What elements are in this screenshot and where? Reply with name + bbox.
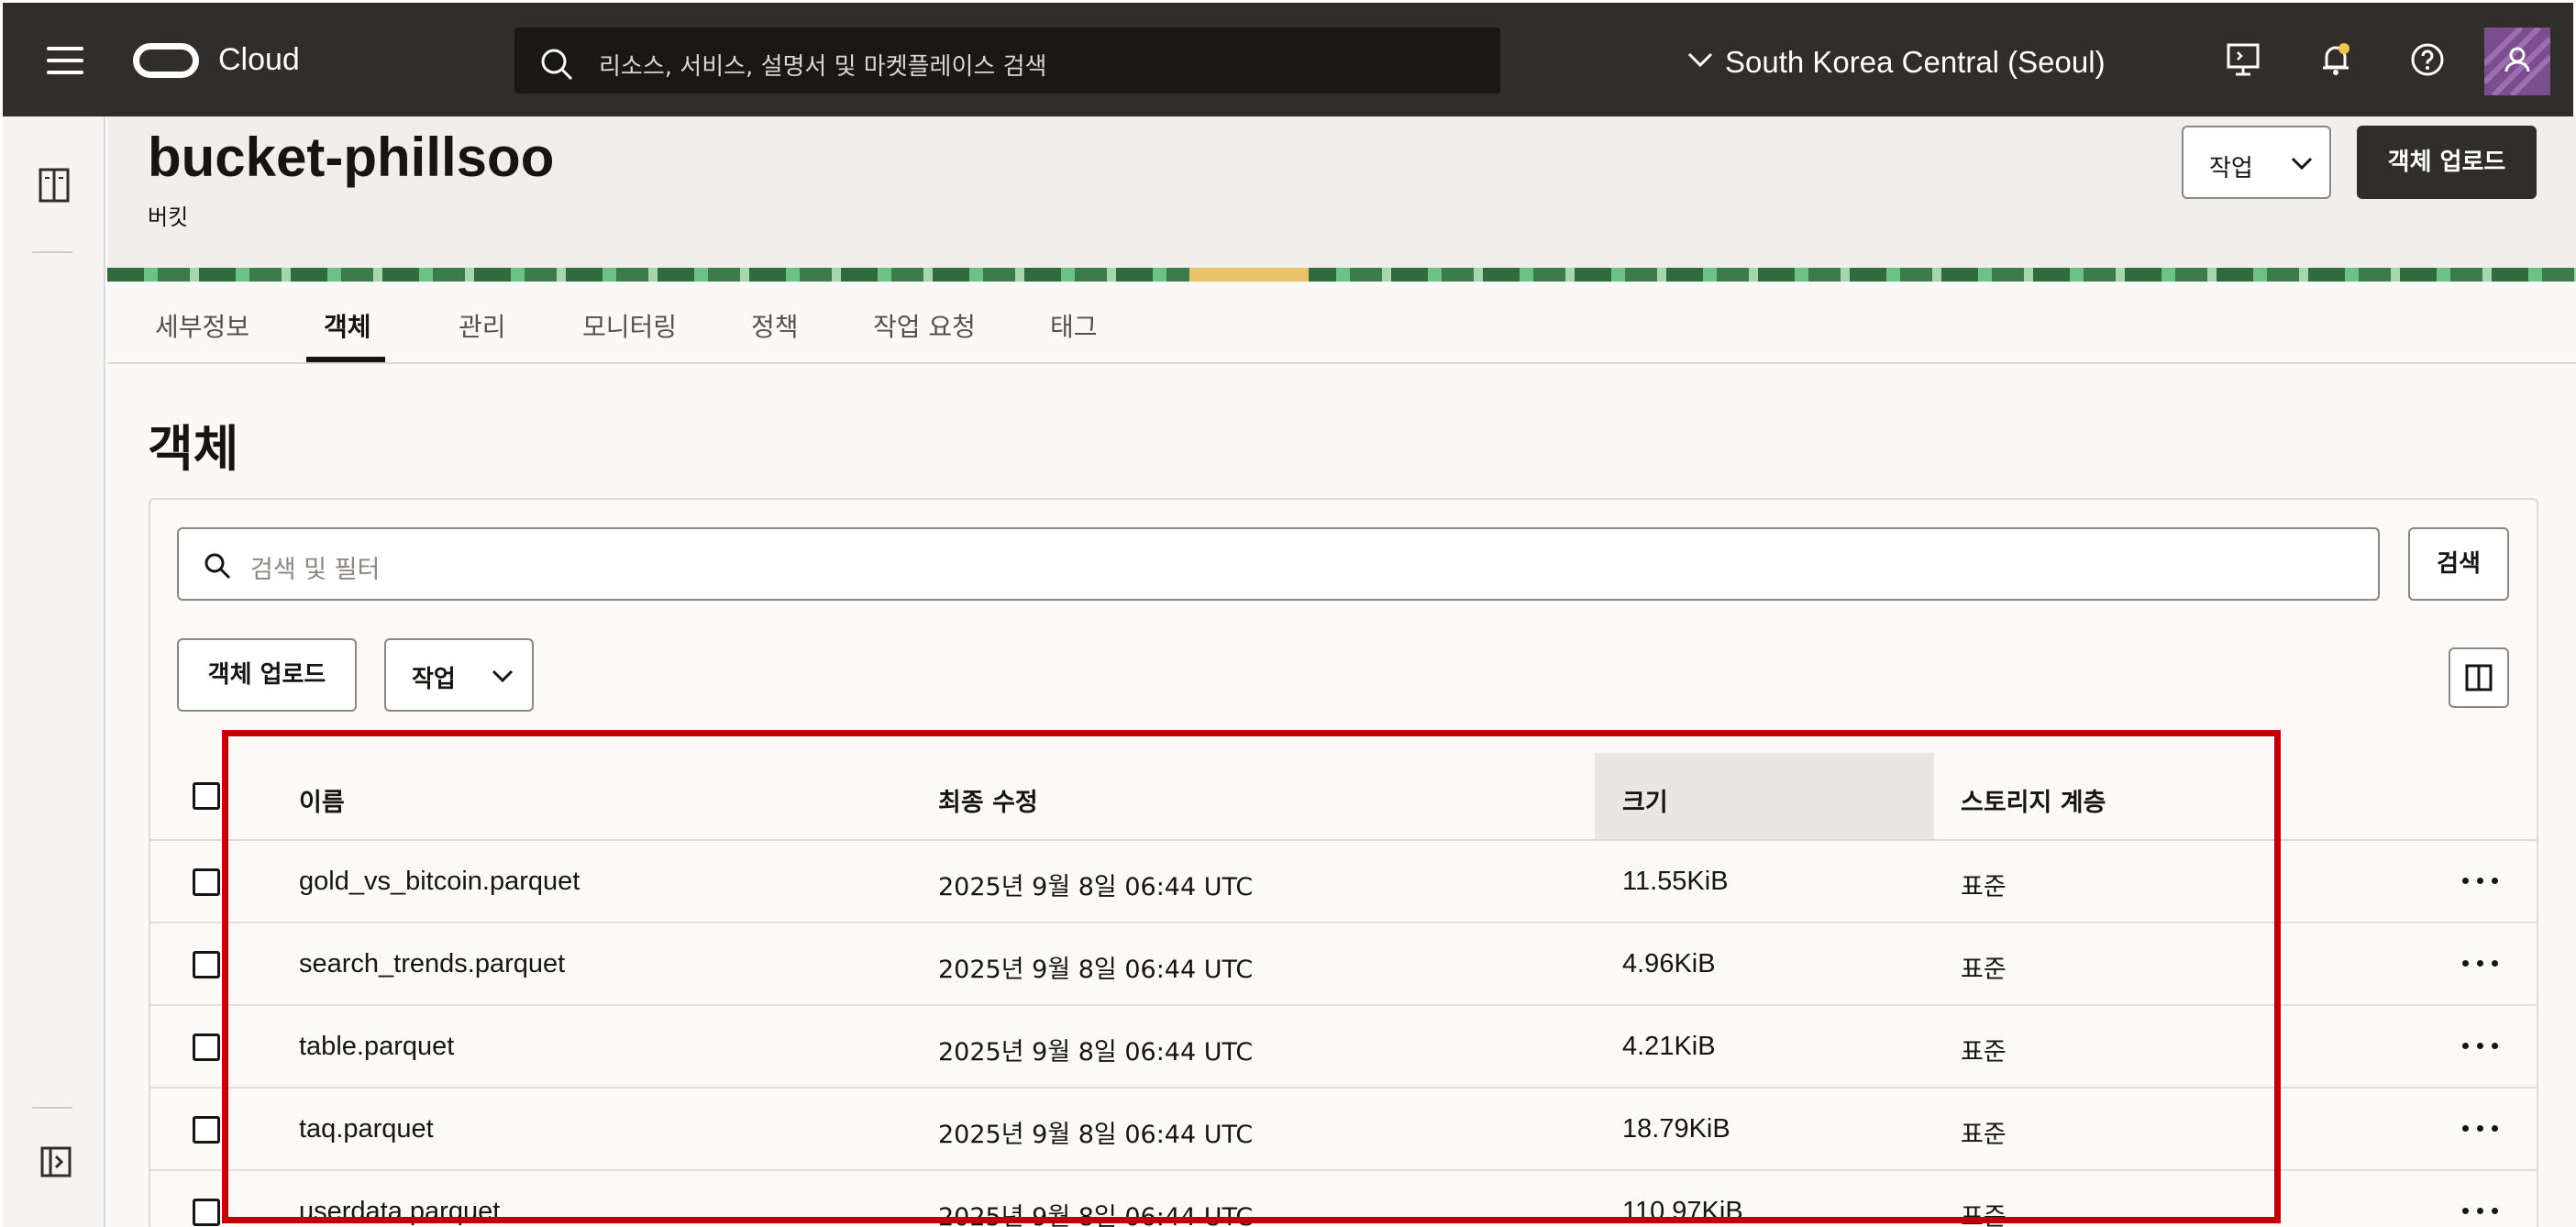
region-label: South Korea Central (Seoul)	[1725, 45, 2106, 79]
page-subtitle: 버킷	[148, 204, 189, 230]
column-header-size[interactable]: 크기	[1622, 782, 1668, 818]
help-icon[interactable]	[2409, 41, 2446, 78]
last-modified-cell: 2025년 9월 8일 06:44 UTC	[938, 1203, 1254, 1227]
storage-tier-cell: 표준	[1961, 873, 2007, 901]
row-actions-icon[interactable]	[2462, 1125, 2499, 1136]
row-checkbox[interactable]	[193, 868, 220, 896]
brand-label[interactable]: Cloud	[218, 42, 300, 78]
chevron-down-icon	[2291, 157, 2313, 171]
menu-icon[interactable]	[47, 47, 83, 74]
main-content: 객체 검색 및 필터 검색 객체 업로드 작업 이름 최종 수정 크기 스토리지…	[107, 364, 2576, 1227]
tab-objects[interactable]: 객체	[324, 307, 371, 344]
table-header: 이름 최종 수정 크기 스토리지 계층	[150, 753, 2537, 841]
storage-tier-cell: 표준	[1961, 1038, 2007, 1067]
actions-menu-button[interactable]: 작업	[2182, 126, 2331, 199]
object-name-link[interactable]: taq.parquet	[299, 1114, 434, 1144]
global-search-input[interactable]: 리소스, 서비스, 설명서 및 마켓플레이스 검색	[514, 28, 1500, 94]
actions-menu-button[interactable]: 작업	[384, 638, 534, 712]
banner-accent	[1189, 268, 1309, 282]
decorative-banner	[107, 268, 2576, 282]
storage-tier-cell: 표준	[1961, 1203, 2007, 1227]
rail-divider	[32, 1107, 72, 1109]
objects-panel: 검색 및 필터 검색 객체 업로드 작업 이름 최종 수정 크기 스토리지 계층…	[149, 498, 2538, 1227]
region-selector[interactable]: South Korea Central (Seoul)	[1687, 45, 2106, 80]
resource-panel-icon[interactable]	[38, 167, 71, 204]
object-name-link[interactable]: userdata.parquet	[299, 1197, 500, 1227]
chevron-down-icon	[1687, 52, 1713, 68]
upload-object-button[interactable]: 객체 업로드	[2357, 126, 2537, 199]
chevron-down-icon	[492, 669, 514, 683]
user-icon	[2484, 28, 2550, 95]
global-search-placeholder: 리소스, 서비스, 설명서 및 마켓플레이스 검색	[599, 53, 1047, 81]
filter-input[interactable]: 검색 및 필터	[177, 527, 2380, 601]
bell-icon[interactable]	[2317, 41, 2354, 78]
table-row: table.parquet 2025년 9월 8일 06:44 UTC 4.21…	[150, 1006, 2537, 1089]
row-actions-icon[interactable]	[2462, 878, 2499, 889]
page-title: bucket-phillsoo	[148, 127, 555, 188]
last-modified-cell: 2025년 9월 8일 06:44 UTC	[938, 873, 1254, 901]
column-settings-button[interactable]	[2449, 647, 2509, 708]
row-checkbox[interactable]	[193, 1199, 220, 1226]
expand-panel-icon[interactable]	[39, 1145, 72, 1178]
search-icon	[541, 49, 573, 81]
section-title: 객체	[148, 420, 239, 478]
last-modified-cell: 2025년 9월 8일 06:44 UTC	[938, 1038, 1254, 1067]
actions-menu-label: 작업	[412, 666, 456, 693]
tab-policies[interactable]: 정책	[751, 307, 799, 344]
left-rail	[3, 116, 105, 1227]
size-cell: 4.96KiB	[1622, 949, 1716, 978]
tab-details[interactable]: 세부정보	[155, 307, 249, 344]
actions-menu-label: 작업	[2209, 155, 2253, 182]
user-avatar[interactable]	[2484, 28, 2550, 95]
filter-placeholder: 검색 및 필터	[250, 556, 381, 584]
last-modified-cell: 2025년 9월 8일 06:44 UTC	[938, 956, 1254, 984]
object-name-link[interactable]: gold_vs_bitcoin.parquet	[299, 867, 580, 897]
row-checkbox[interactable]	[193, 951, 220, 978]
top-bar: Cloud 리소스, 서비스, 설명서 및 마켓플레이스 검색 South Ko…	[3, 3, 2573, 116]
last-modified-cell: 2025년 9월 8일 06:44 UTC	[938, 1121, 1254, 1149]
object-name-link[interactable]: table.parquet	[299, 1032, 454, 1062]
tab-management[interactable]: 관리	[459, 307, 506, 344]
select-all-checkbox[interactable]	[193, 782, 220, 810]
column-header-last-modified[interactable]: 최종 수정	[938, 782, 1038, 818]
tab-monitoring[interactable]: 모니터링	[582, 307, 677, 344]
storage-tier-cell: 표준	[1961, 1121, 2007, 1149]
column-header-name[interactable]: 이름	[299, 782, 345, 818]
table-row: taq.parquet 2025년 9월 8일 06:44 UTC 18.79K…	[150, 1089, 2537, 1171]
table-row: userdata.parquet 2025년 9월 8일 06:44 UTC 1…	[150, 1171, 2537, 1227]
row-actions-icon[interactable]	[2462, 960, 2499, 971]
columns-icon	[2465, 664, 2493, 691]
page-header: bucket-phillsoo 버킷 작업 객체 업로드	[107, 116, 2576, 268]
storage-tier-cell: 표준	[1961, 956, 2007, 984]
table-row: gold_vs_bitcoin.parquet 2025년 9월 8일 06:4…	[150, 841, 2537, 923]
size-cell: 4.21KiB	[1622, 1032, 1716, 1061]
upload-object-button[interactable]: 객체 업로드	[177, 638, 357, 712]
developer-tools-icon[interactable]	[2225, 41, 2261, 78]
rail-divider	[32, 251, 72, 253]
table-row: search_trends.parquet 2025년 9월 8일 06:44 …	[150, 923, 2537, 1006]
search-button[interactable]: 검색	[2408, 527, 2509, 601]
active-tab-indicator	[306, 357, 385, 362]
size-cell: 18.79KiB	[1622, 1114, 1730, 1144]
row-actions-icon[interactable]	[2462, 1208, 2499, 1219]
search-icon	[205, 553, 231, 580]
size-cell: 11.55KiB	[1622, 867, 1729, 896]
oracle-logo[interactable]	[133, 43, 199, 78]
row-actions-icon[interactable]	[2462, 1043, 2499, 1054]
object-name-link[interactable]: search_trends.parquet	[299, 949, 565, 979]
tab-work-requests[interactable]: 작업 요청	[873, 307, 976, 344]
size-cell: 110.97KiB	[1622, 1197, 1743, 1226]
row-checkbox[interactable]	[193, 1116, 220, 1144]
row-checkbox[interactable]	[193, 1034, 220, 1061]
tab-bar: 세부정보 객체 관리 모니터링 정책 작업 요청 태그	[107, 282, 2576, 364]
column-header-storage-tier[interactable]: 스토리지 계층	[1961, 782, 2106, 818]
tab-tags[interactable]: 태그	[1050, 307, 1098, 344]
